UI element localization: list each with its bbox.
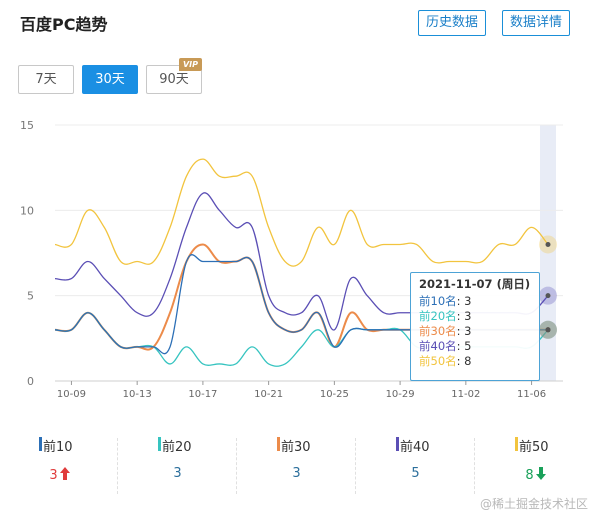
tooltip-label: 前20名 — [419, 309, 457, 323]
x-tick-label: 10-09 — [57, 389, 86, 400]
summary-value: 3 — [49, 468, 58, 483]
summary-label: 前20 — [162, 440, 192, 455]
tooltip-row: 前20名: 3 — [419, 309, 472, 323]
hover-marker-dot — [545, 327, 551, 333]
summary-value: 5 — [411, 466, 420, 481]
y-tick-label: 5 — [27, 290, 34, 303]
tooltip-date: 2021-11-07 (周日) — [419, 277, 531, 291]
summary-top30: 前30 3 — [238, 430, 355, 500]
watermark: @稀土掘金技术社区 — [479, 497, 588, 511]
series-color-bar — [39, 437, 42, 451]
tooltip-label: 前30名 — [419, 324, 457, 338]
tooltip-label: 前50名 — [419, 354, 457, 368]
summary-value: 8 — [525, 468, 534, 483]
x-tick-label: 10-17 — [188, 389, 217, 400]
series-color-bar — [515, 437, 518, 451]
trend-up-icon — [59, 467, 70, 480]
summary-label: 前30 — [281, 440, 311, 455]
tooltip-row: 前10名: 3 — [419, 294, 472, 308]
x-tick-label: 11-02 — [451, 389, 480, 400]
tooltip-label: 前10名 — [419, 294, 457, 308]
tooltip-value: 3 — [464, 294, 472, 308]
summary-value-wrap: 8 — [476, 466, 593, 483]
tooltip-row: 前40名: 5 — [419, 339, 472, 353]
divider — [474, 438, 475, 494]
tooltip-value: 8 — [464, 354, 472, 368]
series-color-bar — [158, 437, 161, 451]
x-tick-label: 11-06 — [517, 389, 546, 400]
summary-value-wrap: 3 — [0, 466, 117, 483]
series-line-前50 — [54, 158, 549, 267]
summary-label: 前40 — [400, 440, 430, 455]
summary-top50: 前50 8 — [476, 430, 593, 500]
y-tick-label: 15 — [20, 119, 34, 132]
tooltip-row: 前30名: 3 — [419, 324, 472, 338]
summary-label: 前50 — [519, 440, 549, 455]
divider — [236, 438, 237, 494]
hover-marker-dot — [545, 293, 551, 299]
summary-value: 3 — [173, 466, 182, 481]
summary-top40: 前40 5 — [357, 430, 474, 500]
summary-top10: 前10 3 — [0, 430, 117, 500]
summary-label: 前10 — [43, 440, 73, 455]
chart-tooltip: 2021-11-07 (周日) 前10名: 3 前20名: 3 前30名: 3 … — [410, 272, 540, 381]
tooltip-label: 前40名 — [419, 339, 457, 353]
trend-down-icon — [535, 467, 546, 480]
hover-marker-dot — [545, 241, 551, 247]
tooltip-row: 前50名: 8 — [419, 354, 472, 368]
x-tick-label: 10-13 — [123, 389, 152, 400]
y-tick-label: 10 — [20, 204, 34, 217]
x-tick-label: 10-25 — [320, 389, 349, 400]
x-tick-label: 10-29 — [386, 389, 415, 400]
summary-value: 3 — [292, 466, 301, 481]
tooltip-value: 3 — [464, 309, 472, 323]
summary-row: 前10 3 前20 3 前30 3 前40 5 前50 8 — [0, 430, 596, 500]
divider — [355, 438, 356, 494]
divider — [117, 438, 118, 494]
tooltip-value: 5 — [464, 339, 472, 353]
y-tick-label: 0 — [27, 375, 34, 388]
series-color-bar — [277, 437, 280, 451]
x-tick-label: 10-21 — [254, 389, 283, 400]
summary-top20: 前20 3 — [119, 430, 236, 500]
series-color-bar — [396, 437, 399, 451]
tooltip-value: 3 — [464, 324, 472, 338]
